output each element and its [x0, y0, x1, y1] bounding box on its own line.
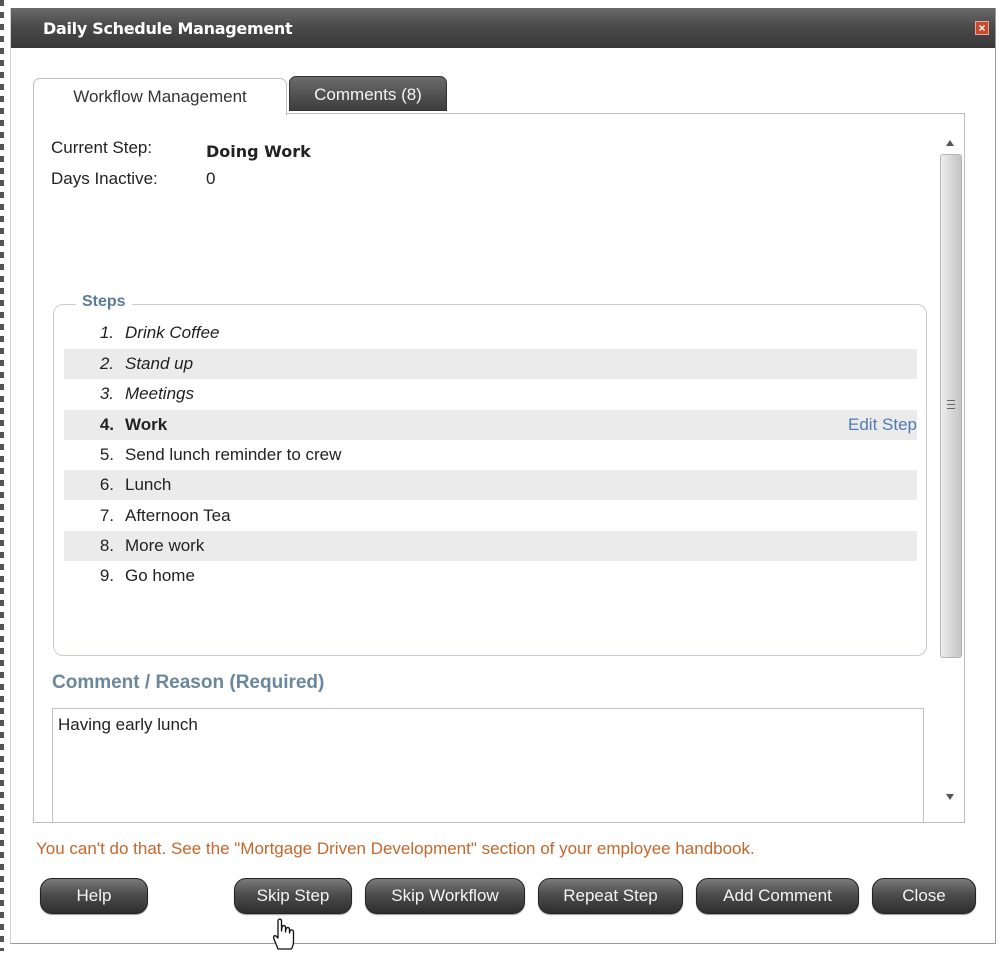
skip-step-button[interactable]: Skip Step [234, 878, 352, 914]
panel-scrollbar[interactable] [937, 124, 963, 810]
edit-step-link[interactable]: Edit Step [848, 410, 917, 440]
days-inactive-label: Days Inactive: [51, 169, 158, 188]
current-step-label: Current Step: [51, 138, 153, 157]
step-row[interactable]: 9. Go home [64, 561, 917, 591]
step-number: 6. [99, 475, 114, 494]
step-number: 1. [99, 323, 114, 342]
dialog-titlebar[interactable]: Daily Schedule Management × [11, 8, 995, 48]
step-number: 4. [99, 415, 114, 434]
workflow-panel: Current Step: Doing Work Days Inactive: … [33, 113, 965, 823]
step-label: Lunch [125, 475, 172, 494]
scroll-thumb[interactable] [940, 154, 962, 658]
tab-workflow-management[interactable]: Workflow Management [33, 78, 287, 115]
step-label: Stand up [125, 354, 194, 373]
step-row[interactable]: 3. Meetings [64, 379, 917, 409]
step-label: Meetings [125, 384, 194, 403]
step-row[interactable]: 6. Lunch [64, 470, 917, 500]
dialog-title: Daily Schedule Management [43, 19, 293, 38]
days-inactive-value: 0 [206, 169, 216, 188]
step-label: Send lunch reminder to crew [125, 445, 342, 464]
close-button[interactable]: Close [872, 878, 976, 914]
tab-comments[interactable]: Comments (8) [289, 76, 447, 111]
step-number: 3. [99, 384, 114, 403]
scroll-down-arrow-icon[interactable] [941, 790, 959, 808]
steps-legend: Steps [76, 293, 132, 311]
step-number: 5. [99, 445, 114, 464]
comment-heading: Comment / Reason (Required) [52, 672, 325, 693]
repeat-step-button[interactable]: Repeat Step [538, 878, 683, 914]
step-label: Work [125, 415, 168, 434]
skip-workflow-button[interactable]: Skip Workflow [365, 878, 525, 914]
step-number: 7. [99, 506, 114, 525]
hand-pointer-cursor-icon [266, 915, 302, 951]
step-row[interactable]: 1. Drink Coffee [64, 318, 917, 348]
current-step-value: Doing Work [206, 142, 311, 161]
add-comment-button[interactable]: Add Comment [696, 878, 859, 914]
help-button[interactable]: Help [40, 878, 148, 914]
step-row[interactable]: 7. Afternoon Tea [64, 501, 917, 531]
step-row[interactable]: 2. Stand up [64, 349, 917, 379]
background-window-edge [0, 0, 4, 951]
step-label: Afternoon Tea [125, 506, 231, 525]
step-label: Go home [125, 566, 195, 585]
step-label: Drink Coffee [125, 323, 220, 342]
step-row[interactable]: 5. Send lunch reminder to crew [64, 440, 917, 470]
step-number: 2. [99, 354, 114, 373]
close-icon[interactable]: × [975, 21, 989, 35]
steps-group: Steps 1. Drink Coffee 2. Stand up 3. Mee… [53, 293, 927, 656]
grip-icon [941, 399, 961, 411]
step-number: 9. [99, 566, 114, 585]
step-row[interactable]: 8. More work [64, 531, 917, 561]
step-row-current[interactable]: 4. Work Edit Step [64, 410, 917, 440]
step-label: More work [125, 536, 205, 555]
scroll-up-arrow-icon[interactable] [941, 136, 959, 154]
comment-textarea[interactable]: Having early lunch [52, 708, 924, 823]
step-number: 8. [99, 536, 114, 555]
error-message: You can't do that. See the "Mortgage Dri… [36, 839, 755, 858]
